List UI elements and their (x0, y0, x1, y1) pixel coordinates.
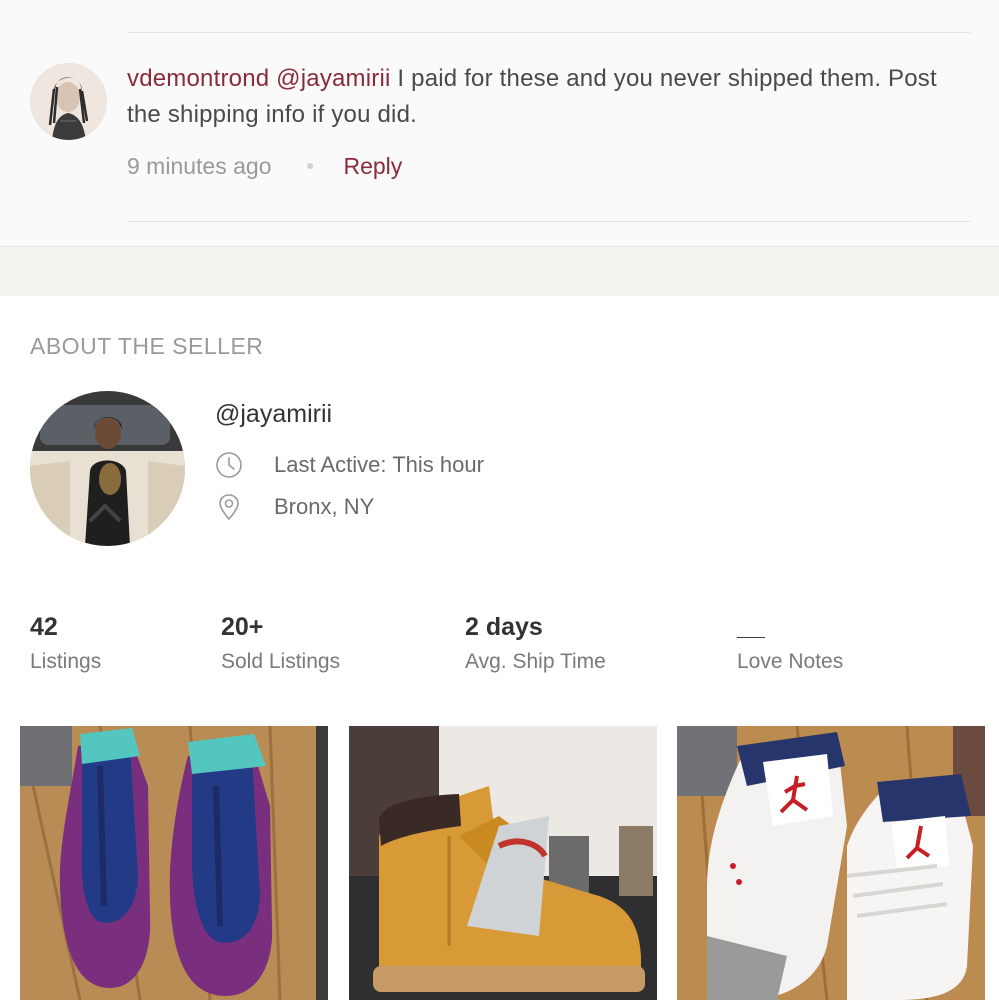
comment-meta: 9 minutes ago Reply (127, 150, 402, 182)
stat-label: Sold Listings (221, 650, 341, 673)
stat-avg-ship-time: 2 days Avg. Ship Time (465, 612, 606, 676)
stat-love-notes[interactable]: __ Love Notes (737, 612, 843, 676)
comment-timestamp: 9 minutes ago (127, 153, 272, 179)
seller-location: Bronx, NY (215, 493, 374, 521)
stat-value: __ (737, 613, 765, 641)
comment-divider-bottom (127, 221, 970, 222)
stat-value: 20+ (221, 613, 264, 641)
stat-label: Avg. Ship Time (465, 650, 606, 673)
white-cement-sneakers-photo (677, 726, 985, 1000)
stat-value: 42 (30, 613, 58, 641)
section-separator-band (0, 247, 999, 296)
comment-text: vdemontrond @jayamirii I paid for these … (127, 61, 967, 133)
location-pin-icon (215, 493, 243, 521)
comment-section: vdemontrond @jayamirii I paid for these … (0, 0, 999, 247)
comment-author-link[interactable]: vdemontrond (127, 65, 269, 92)
seller-avatar[interactable] (30, 391, 185, 546)
clock-icon (215, 451, 243, 479)
stat-listings[interactable]: 42 Listings (30, 612, 101, 676)
stat-label: Listings (30, 650, 102, 673)
meta-separator-dot (307, 163, 314, 169)
commenter-avatar[interactable] (30, 63, 107, 140)
listing-thumbnail-2[interactable] (349, 726, 657, 1000)
comment-divider-top (127, 32, 970, 33)
wheat-boots-photo (349, 726, 657, 1000)
seller-username[interactable]: @jayamirii (215, 397, 332, 431)
comment-mention-link[interactable]: @jayamirii (276, 65, 390, 92)
last-active-text: Last Active: This hour (274, 452, 484, 477)
seller-last-active: Last Active: This hour (215, 451, 484, 479)
stat-label: Love Notes (737, 650, 844, 673)
location-text: Bronx, NY (274, 494, 375, 519)
reply-button[interactable]: Reply (343, 150, 402, 182)
about-seller-heading: ABOUT THE SELLER (30, 333, 264, 359)
stat-sold-listings[interactable]: 20+ Sold Listings (221, 612, 340, 676)
stat-value: 2 days (465, 613, 543, 641)
listing-thumbnail-3[interactable] (677, 726, 985, 1000)
purple-navy-sneakers-photo (20, 726, 328, 1000)
listing-thumbnail-1[interactable] (20, 726, 328, 1000)
